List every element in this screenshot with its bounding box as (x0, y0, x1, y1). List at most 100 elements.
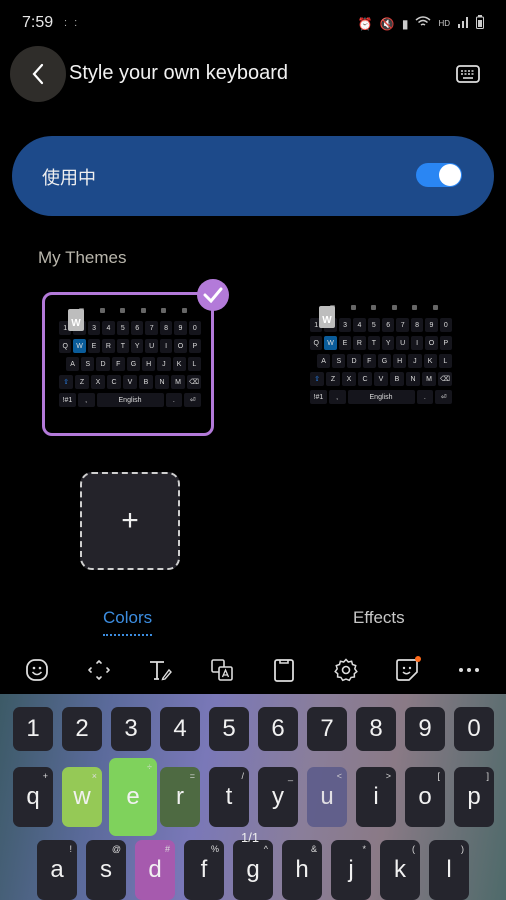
key-4[interactable]: 4 (160, 707, 200, 751)
mini-key: B (390, 372, 404, 386)
mini-key: 3 (338, 318, 352, 332)
key-secondary-label: × (91, 771, 97, 781)
key-2[interactable]: 2 (62, 707, 102, 751)
mini-key: O (425, 336, 438, 350)
key-label: l (446, 856, 452, 883)
key-y[interactable]: y _ (258, 767, 298, 827)
key-label: 3 (124, 715, 138, 742)
key-d[interactable]: d # (135, 840, 175, 900)
mini-key: C (358, 372, 372, 386)
keyboard-settings-button[interactable] (456, 64, 480, 84)
text-edit-button[interactable] (146, 656, 174, 684)
clipboard-button[interactable] (270, 656, 298, 684)
key-s[interactable]: s @ (86, 840, 126, 900)
mini-key: 8 (410, 318, 424, 332)
battery-saver-icon: ▮ (401, 16, 409, 31)
mini-toolbar-icon (432, 305, 438, 310)
in-use-toggle-card[interactable]: 使用中 (12, 136, 494, 216)
key-g[interactable]: g ^ (233, 840, 273, 900)
my-themes-heading: My Themes (38, 248, 127, 267)
mini-key: P (188, 339, 202, 353)
mini-key: 6 (382, 318, 395, 332)
mini-key: 9 (174, 321, 187, 335)
mini-key: R (353, 336, 366, 350)
key-6[interactable]: 6 (258, 707, 298, 751)
mini-key: I (410, 336, 424, 350)
key-9[interactable]: 9 (405, 707, 445, 751)
key-secondary-label: & (310, 844, 317, 854)
mute-icon: 🔇 (379, 16, 395, 31)
key-h[interactable]: h & (282, 840, 322, 900)
mini-key: 3 (87, 321, 101, 335)
mini-key-row: ASDFGHJKL (310, 354, 452, 368)
key-8[interactable]: 8 (356, 707, 396, 751)
translate-button[interactable] (208, 656, 236, 684)
tab-colors[interactable]: Colors (103, 608, 153, 636)
switch-knob (439, 164, 461, 186)
key-3[interactable]: 3 (111, 707, 151, 751)
mini-key-row: !#1, English. ⏎ (310, 390, 452, 404)
key-e[interactable]: e ÷ (109, 758, 157, 836)
new-badge (415, 656, 422, 662)
key-t[interactable]: t / (209, 767, 249, 827)
key-5[interactable]: 5 (209, 707, 249, 751)
mini-key: !#1 (59, 393, 76, 407)
mini-key: N (155, 375, 169, 389)
key-label: d (148, 856, 162, 883)
mini-key: G (126, 357, 141, 371)
key-0[interactable]: 0 (454, 707, 494, 751)
key-q[interactable]: q + (13, 767, 53, 827)
mini-key: S (81, 357, 95, 371)
back-button[interactable] (10, 46, 66, 102)
mini-key: ⇧ (59, 375, 73, 389)
mini-toolbar-icon (371, 305, 377, 310)
key-f[interactable]: f% (184, 840, 224, 900)
key-secondary-label: ) (461, 844, 464, 854)
key-k[interactable]: k( (380, 840, 420, 900)
cursor-control-button[interactable] (85, 656, 113, 684)
more-options-button[interactable] (455, 656, 483, 684)
settings-button[interactable] (332, 656, 360, 684)
key-7[interactable]: 7 (307, 707, 347, 751)
key-label: h (295, 856, 309, 883)
key-w[interactable]: w × (62, 767, 102, 827)
key-label: o (418, 783, 432, 810)
selected-badge (197, 279, 229, 311)
mini-key: S (332, 354, 346, 368)
emoji-button[interactable] (23, 656, 51, 684)
mini-key: M (171, 375, 185, 389)
mini-key: J (408, 354, 422, 368)
key-l[interactable]: l) (429, 840, 469, 900)
sticker-button[interactable] (393, 656, 422, 684)
mini-key: English (96, 393, 164, 407)
key-o[interactable]: o[ (405, 767, 445, 827)
key-r[interactable]: r = (160, 767, 200, 827)
key-i[interactable]: i > (356, 767, 396, 827)
theme-card-2[interactable]: 1234567890QWERTYUIOPASDFGHJKL⇧ZXCVBNM⌫!#… (296, 292, 468, 436)
mini-key: ⌫ (187, 375, 201, 389)
mini-key: O (174, 339, 187, 353)
mini-key: 9 (425, 318, 438, 332)
add-theme-button[interactable]: + (80, 472, 180, 570)
mini-toolbar-icon (120, 308, 126, 313)
mini-key: , (77, 393, 95, 407)
theme-card-1[interactable]: 1234567890QWERTYUIOPASDFGHJKL⇧ZXCVBNM⌫!#… (42, 279, 229, 436)
status-bar: 7:59 : : ⏰ 🔇 ▮ HD (0, 0, 506, 44)
key-a[interactable]: a! (37, 840, 77, 900)
key-label: 0 (467, 715, 481, 742)
mini-key: !#1 (310, 390, 327, 404)
tab-effects[interactable]: Effects (353, 608, 405, 628)
mini-key: C (107, 375, 121, 389)
key-1[interactable]: 1 (13, 707, 53, 751)
hd-icon: HD (438, 19, 450, 28)
mini-toolbar-icon (140, 308, 146, 313)
in-use-switch[interactable] (416, 163, 462, 187)
key-secondary-label: ( (412, 844, 415, 854)
key-j[interactable]: j * (331, 840, 371, 900)
key-secondary-label: * (362, 844, 366, 854)
mini-key: . (165, 393, 183, 407)
key-p[interactable]: p] (454, 767, 494, 827)
key-label: f (200, 856, 208, 883)
key-u[interactable]: u < (307, 767, 347, 827)
keyboard: 1 2 3 4 5 6 7 8 9 0 q + w × e ÷ r = t / y _ u < i > o[p] a! s @ d # f% g ^… (0, 694, 506, 900)
